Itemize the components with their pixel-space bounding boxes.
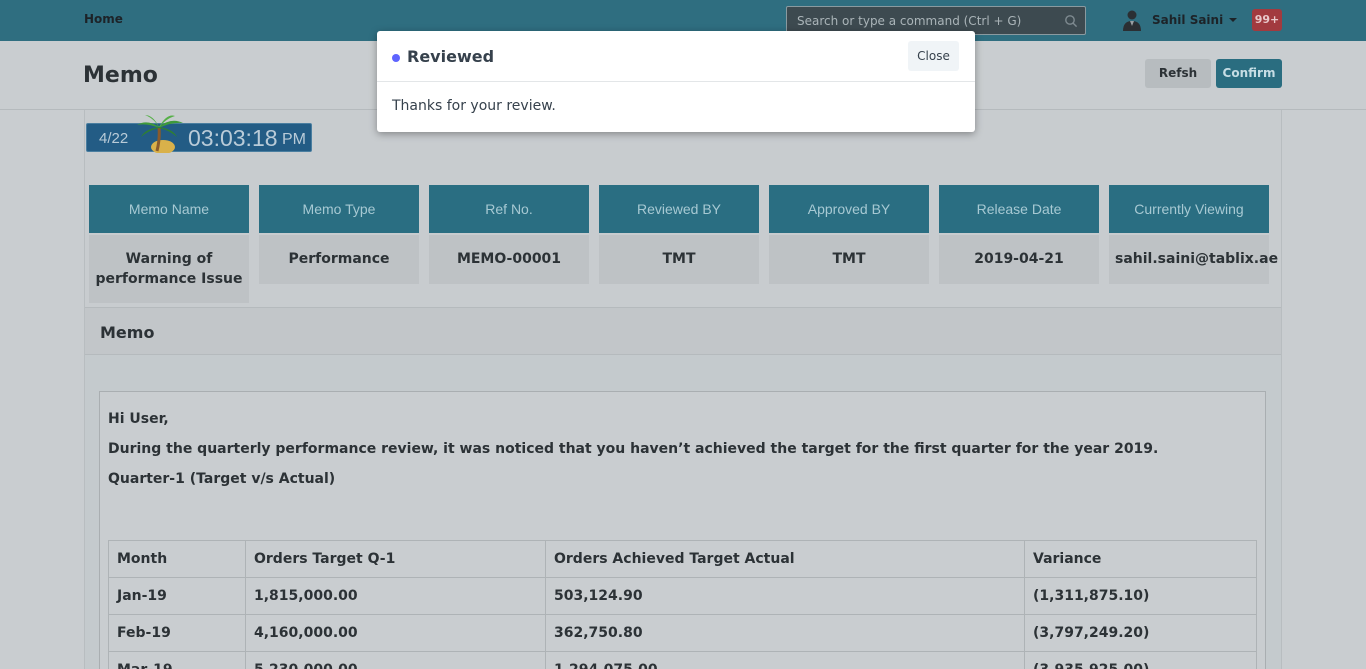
page-title: Memo	[83, 63, 158, 88]
info-value: TMT	[599, 235, 759, 284]
table-header-row: Month Orders Target Q-1 Orders Achieved …	[108, 540, 1257, 578]
clock-date: 4/22	[99, 130, 129, 147]
home-link[interactable]: Home	[84, 12, 123, 26]
info-col-memo-type: Memo Type Performance	[259, 185, 419, 284]
table-cell: (1,311,875.10)	[1024, 577, 1257, 615]
search-icon	[1065, 15, 1078, 28]
table-header-cell: Variance	[1024, 540, 1257, 578]
reviewed-modal: Reviewed Close Thanks for your review.	[377, 31, 975, 132]
modal-header: Reviewed Close	[377, 31, 975, 82]
info-value: MEMO-00001	[429, 235, 589, 284]
info-header: Approved BY	[769, 185, 929, 233]
status-dot-icon	[392, 54, 400, 62]
info-value: Warning of performance Issue	[89, 235, 249, 303]
modal-title: Reviewed	[407, 47, 495, 66]
info-col-ref-no: Ref No. MEMO-00001	[429, 185, 589, 284]
info-value: TMT	[769, 235, 929, 284]
info-col-memo-name: Memo Name Warning of performance Issue	[89, 185, 249, 303]
table-header-cell: Orders Target Q-1	[245, 540, 546, 578]
clock-time: 03:03:18	[188, 125, 278, 151]
table-cell: 5,230,000.00	[245, 651, 546, 669]
table-row: Feb-19 4,160,000.00 362,750.80 (3,797,24…	[108, 614, 1257, 652]
memo-body: During the quarterly performance review,…	[108, 441, 1159, 457]
info-value: Performance	[259, 235, 419, 284]
table-cell: 1,815,000.00	[245, 577, 546, 615]
table-cell: 1,294,075.00	[545, 651, 1025, 669]
user-menu[interactable]: Sahil Saini	[1122, 8, 1238, 32]
refresh-button[interactable]: Refsh	[1145, 59, 1211, 88]
clock-widget: 4/22 03:03:18 PM	[86, 123, 312, 152]
table-cell: 503,124.90	[545, 577, 1025, 615]
table-cell: Feb-19	[108, 614, 246, 652]
section-title: Memo	[100, 323, 155, 342]
search-placeholder: Search or type a command (Ctrl + G)	[797, 14, 1022, 28]
table-header-cell: Month	[108, 540, 246, 578]
table-cell: 4,160,000.00	[245, 614, 546, 652]
table-cell: (3,797,249.20)	[1024, 614, 1257, 652]
info-header: Currently Viewing	[1109, 185, 1269, 233]
table-cell: (3,935,925.00)	[1024, 651, 1257, 669]
info-value: 2019-04-21	[939, 235, 1099, 284]
info-header: Memo Type	[259, 185, 419, 233]
info-header: Release Date	[939, 185, 1099, 233]
memo-subheading: Quarter-1 (Target v/s Actual)	[108, 471, 336, 487]
info-header: Reviewed BY	[599, 185, 759, 233]
info-col-release-date: Release Date 2019-04-21	[939, 185, 1099, 284]
memo-greeting: Hi User,	[108, 411, 169, 427]
table-cell: 362,750.80	[545, 614, 1025, 652]
table-cell: Mar-19	[108, 651, 246, 669]
palm-tree-icon	[137, 115, 183, 153]
info-col-reviewed-by: Reviewed BY TMT	[599, 185, 759, 284]
avatar	[1123, 10, 1141, 31]
info-col-currently-viewing: Currently Viewing sahil.saini@tablix.ae	[1109, 185, 1278, 284]
notification-badge[interactable]: 99+	[1252, 9, 1282, 31]
table-header-cell: Orders Achieved Target Actual	[545, 540, 1025, 578]
performance-table: Month Orders Target Q-1 Orders Achieved …	[108, 540, 1257, 669]
table-row: Jan-19 1,815,000.00 503,124.90 (1,311,87…	[108, 577, 1257, 615]
table-row: Mar-19 5,230,000.00 1,294,075.00 (3,935,…	[108, 651, 1257, 669]
confirm-button[interactable]: Confirm	[1216, 59, 1282, 88]
modal-message: Thanks for your review.	[392, 98, 556, 114]
info-header: Memo Name	[89, 185, 249, 233]
info-value: sahil.saini@tablix.ae	[1109, 235, 1278, 284]
info-col-approved-by: Approved BY TMT	[769, 185, 929, 284]
clock-ampm: PM	[282, 131, 306, 148]
chevron-down-icon	[1229, 18, 1238, 22]
table-cell: Jan-19	[108, 577, 246, 615]
user-name: Sahil Saini	[1152, 13, 1224, 27]
info-header: Ref No.	[429, 185, 589, 233]
memo-section-header: Memo	[85, 307, 1281, 355]
close-button[interactable]: Close	[908, 41, 959, 71]
